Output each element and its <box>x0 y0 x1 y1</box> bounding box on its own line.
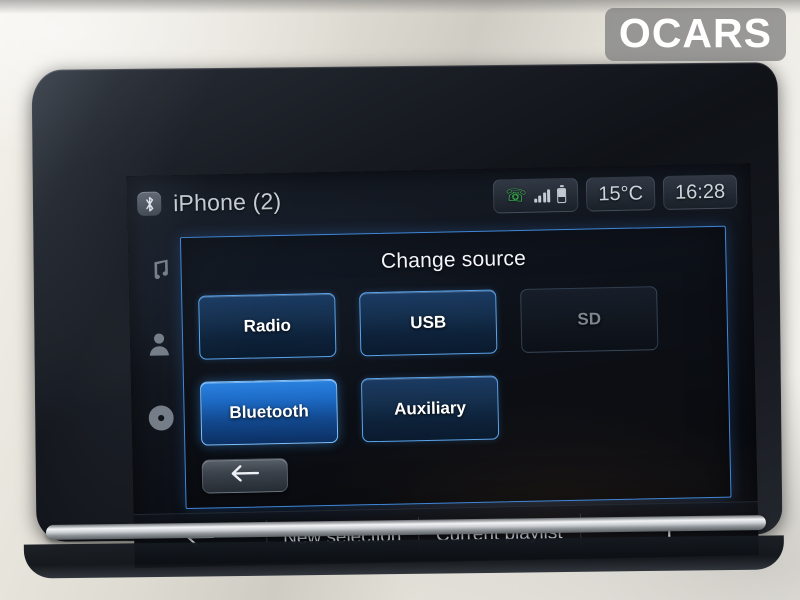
dialog-back-button[interactable] <box>201 457 289 494</box>
source-button-grid: Radio USB SD Bluetooth Auxiliary <box>198 285 713 468</box>
status-indicators: ☏ 15°C 16:28 <box>493 174 738 214</box>
sidebar-item-contacts[interactable] <box>142 329 177 364</box>
connected-device-name: iPhone (2) <box>172 187 282 216</box>
bluetooth-icon[interactable] <box>136 191 162 216</box>
sidebar-item-disc[interactable] <box>143 403 178 438</box>
music-note-icon <box>146 258 169 287</box>
dashboard-scene: iPhone (2) ☏ 15°C 16:28 Change source Ra… <box>0 0 800 600</box>
source-row-1: Radio USB SD <box>198 285 711 360</box>
source-button-usb[interactable]: USB <box>359 289 498 357</box>
signal-bars-icon <box>533 188 551 203</box>
phone-icon: ☏ <box>504 185 528 206</box>
phone-status-chip[interactable]: ☏ <box>493 177 579 214</box>
source-button-sd: SD <box>520 286 659 353</box>
sidebar-rail <box>132 255 186 438</box>
status-bar: iPhone (2) ☏ 15°C 16:28 <box>127 163 752 232</box>
source-button-radio[interactable]: Radio <box>198 292 337 360</box>
source-row-2: Bluetooth Auxiliary <box>199 371 713 446</box>
source-button-bluetooth[interactable]: Bluetooth <box>199 378 339 446</box>
change-source-dialog: Change source Radio USB SD Bluetooth Aux… <box>179 225 732 510</box>
arrow-left-icon <box>230 464 260 487</box>
battery-icon <box>557 187 567 203</box>
disc-icon <box>148 405 174 436</box>
sidebar-item-music[interactable] <box>140 255 175 290</box>
head-unit-bezel: iPhone (2) ☏ 15°C 16:28 Change source Ra… <box>31 62 783 569</box>
person-icon <box>147 331 172 361</box>
source-button-auxiliary[interactable]: Auxiliary <box>360 375 500 443</box>
watermark-logo: OCARS <box>604 8 786 61</box>
temperature-chip: 15°C <box>586 176 656 212</box>
infotainment-screen[interactable]: iPhone (2) ☏ 15°C 16:28 Change source Ra… <box>126 163 759 569</box>
clock-chip: 16:28 <box>662 174 738 210</box>
dialog-title: Change source <box>380 246 527 273</box>
